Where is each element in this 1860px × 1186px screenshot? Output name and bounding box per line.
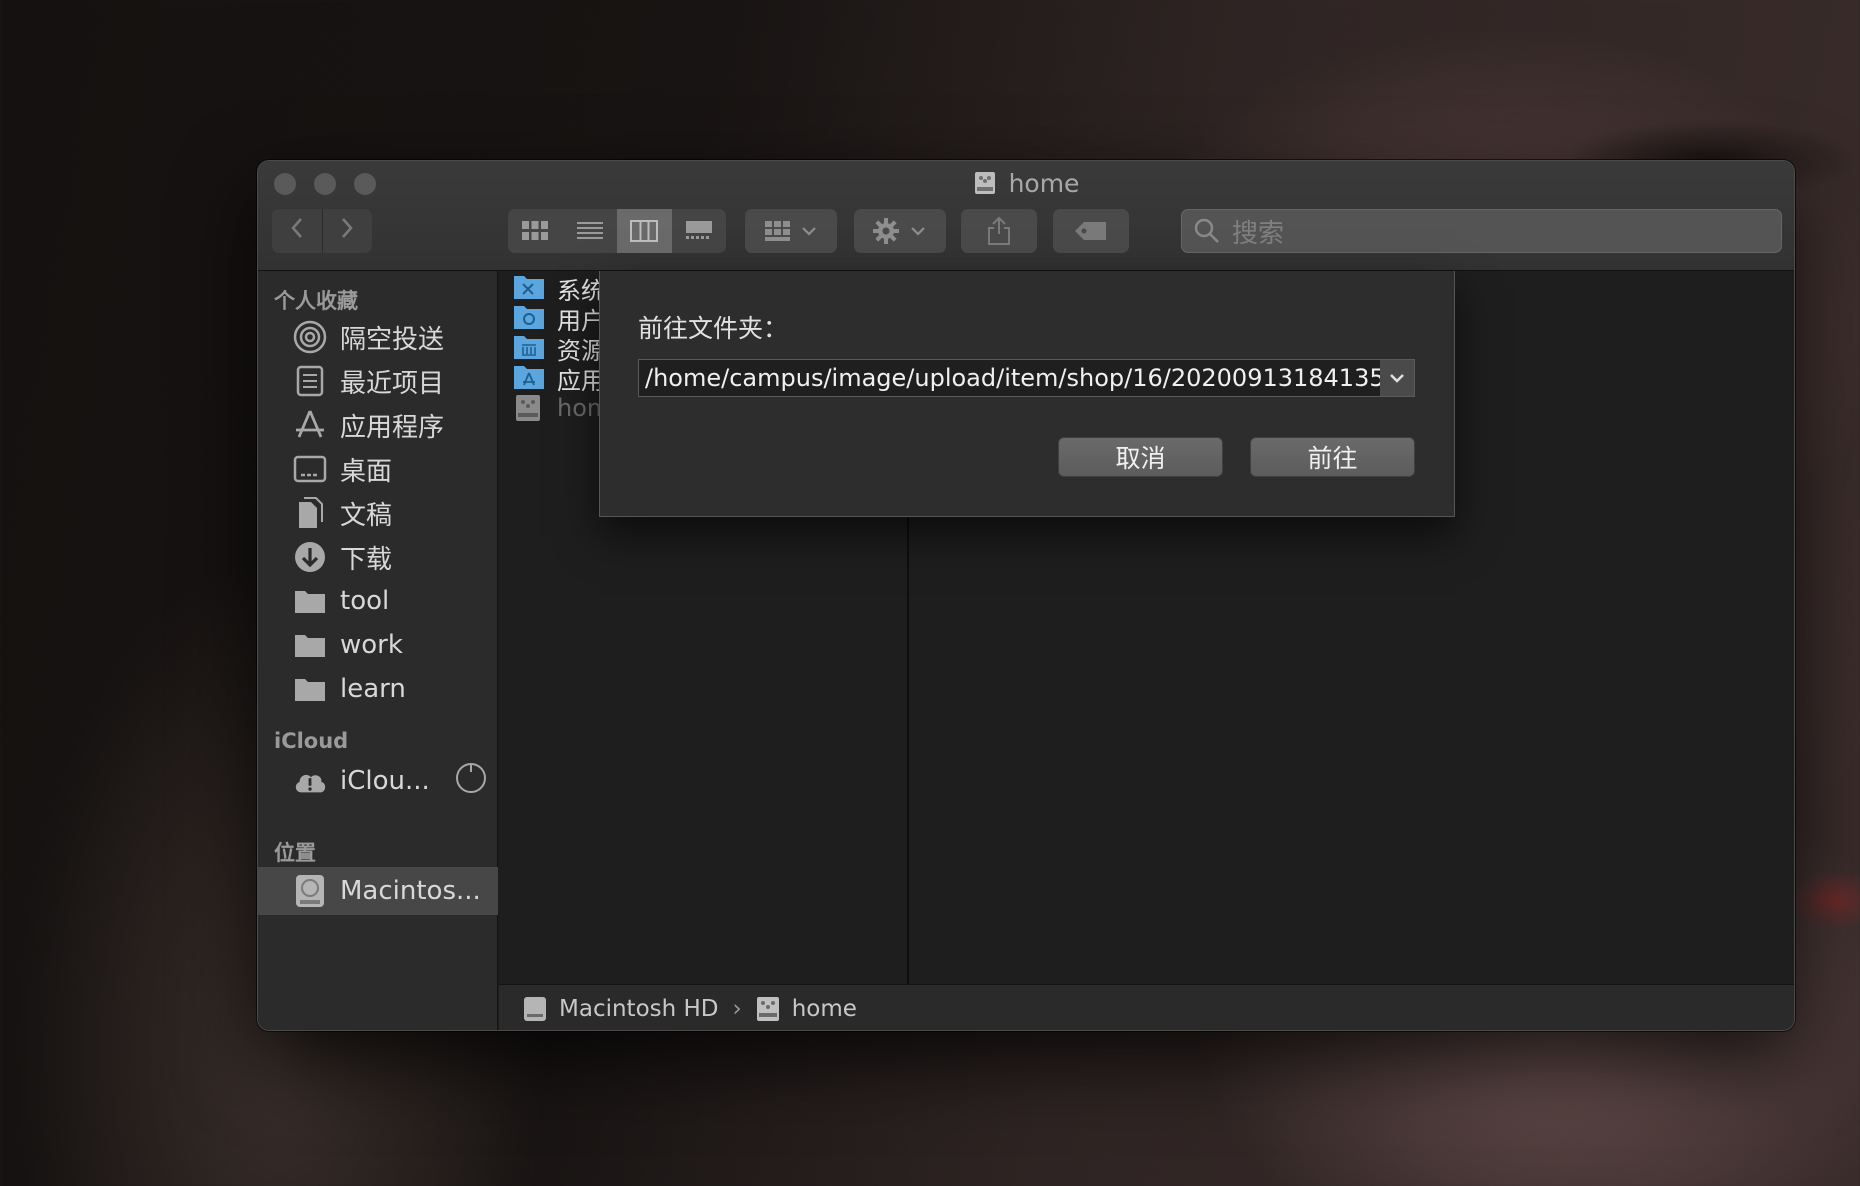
- path-segment[interactable]: Macintosh HD: [559, 996, 719, 1022]
- sidebar-item-learn[interactable]: learn: [258, 665, 498, 713]
- action-button[interactable]: [854, 209, 946, 253]
- sidebar-item-label: 下载: [340, 544, 393, 575]
- sidebar-item-label: tool: [340, 586, 390, 616]
- folder-icon: [292, 583, 328, 619]
- go-button[interactable]: 前往: [1250, 437, 1415, 477]
- sidebar-item-work[interactable]: work: [258, 621, 498, 669]
- tag-icon: [1075, 222, 1106, 240]
- sidebar-item-label: Macintos...: [340, 876, 481, 906]
- sidebar-section-icloud: iCloud: [274, 729, 349, 753]
- share-button[interactable]: [961, 209, 1037, 253]
- sidebar-section-locations: 位置: [274, 841, 316, 865]
- sidebar-item-label: learn: [340, 674, 406, 704]
- sheet-label: 前往文件夹：: [638, 314, 789, 343]
- gallery-view-button[interactable]: [672, 209, 727, 253]
- group-by-button[interactable]: [745, 209, 837, 253]
- folder-path-input[interactable]: [639, 360, 1382, 396]
- sidebar-item-airdrop[interactable]: 隔空投送: [258, 313, 498, 361]
- recents-icon: [292, 363, 328, 399]
- applications-icon: [292, 407, 328, 443]
- list-icon: [576, 222, 603, 239]
- path-bar: Macintosh HD › home: [499, 984, 1794, 1030]
- sidebar-item-label: work: [340, 630, 403, 660]
- sidebar-item-macintosh-hd[interactable]: Macintos...: [258, 867, 498, 915]
- list-view-button[interactable]: [563, 209, 618, 253]
- sidebar-item-recents[interactable]: 最近项目: [258, 357, 498, 405]
- sidebar-item-label: 应用程序: [340, 412, 445, 443]
- search-icon: [1194, 218, 1219, 243]
- chevron-down-icon: [1390, 374, 1404, 383]
- sidebar-item-label: 桌面: [340, 456, 393, 487]
- applications-folder-icon: [513, 363, 545, 393]
- chevron-right-icon: ›: [732, 995, 742, 1022]
- search-field[interactable]: 搜索: [1181, 209, 1782, 253]
- list-item[interactable]: 应用: [513, 361, 605, 395]
- cancel-button[interactable]: 取消: [1058, 437, 1223, 477]
- path-history-dropdown[interactable]: [1380, 360, 1414, 396]
- grid-icon: [522, 221, 549, 240]
- background-photo-detail: [1790, 870, 1860, 930]
- hard-drive-icon: [523, 996, 549, 1022]
- back-button[interactable]: [272, 209, 322, 253]
- icloud-icon: [292, 763, 328, 799]
- folder-path-field[interactable]: [638, 359, 1415, 397]
- home-drive-icon: [973, 170, 997, 202]
- go-to-folder-sheet: 前往文件夹： 取消 前往: [599, 271, 1455, 517]
- users-folder-icon: [513, 303, 545, 333]
- chevron-right-icon: [342, 218, 353, 238]
- columns-icon: [630, 220, 659, 242]
- finder-window: home 搜索 个人收藏 隔空投送 最近项目 应用程序 桌面 文稿 下载 too…: [257, 160, 1795, 1031]
- downloads-icon: [292, 539, 328, 575]
- arrange-icon: [765, 221, 816, 241]
- gallery-icon: [685, 221, 712, 239]
- library-folder-icon: [513, 333, 545, 363]
- share-icon: [988, 216, 1010, 245]
- home-drive-icon: [513, 393, 545, 423]
- sidebar-item-desktop[interactable]: 桌面: [258, 445, 498, 493]
- documents-icon: [292, 495, 328, 531]
- sync-progress-icon: [454, 761, 488, 802]
- folder-icon: [292, 627, 328, 663]
- titlebar: home 搜索: [258, 161, 1794, 271]
- sidebar-item-downloads[interactable]: 下载: [258, 533, 498, 581]
- nav-button-group: [272, 209, 372, 253]
- airdrop-icon: [292, 319, 328, 355]
- sidebar-item-label: 隔空投送: [340, 324, 445, 355]
- sidebar-item-documents[interactable]: 文稿: [258, 489, 498, 537]
- sidebar-item-icloud-drive[interactable]: iClou...: [258, 757, 498, 805]
- system-folder-icon: [513, 273, 545, 303]
- home-drive-icon: [756, 996, 782, 1022]
- path-segment[interactable]: home: [792, 996, 857, 1022]
- column-view-button[interactable]: [617, 209, 672, 253]
- list-item[interactable]: hom: [513, 391, 610, 425]
- sidebar: 个人收藏 隔空投送 最近项目 应用程序 桌面 文稿 下载 tool work l…: [258, 271, 498, 1030]
- gear-icon: [873, 218, 925, 244]
- sidebar-item-label: 文稿: [340, 500, 393, 531]
- desktop-icon: [292, 451, 328, 487]
- sidebar-item-label: iClou...: [340, 766, 430, 796]
- folder-icon: [292, 671, 328, 707]
- sidebar-item-applications[interactable]: 应用程序: [258, 401, 498, 449]
- tag-button[interactable]: [1053, 209, 1129, 253]
- sidebar-item-label: 最近项目: [340, 368, 445, 399]
- window-title-text: home: [1008, 169, 1080, 198]
- view-mode-group: [508, 209, 726, 253]
- sidebar-section-favorites: 个人收藏: [274, 289, 358, 313]
- icon-view-button[interactable]: [508, 209, 563, 253]
- window-title: home: [258, 169, 1794, 202]
- hard-drive-icon: [292, 873, 328, 909]
- sidebar-item-tool[interactable]: tool: [258, 577, 498, 625]
- forward-button[interactable]: [322, 209, 372, 253]
- search-placeholder: 搜索: [1232, 218, 1285, 249]
- chevron-left-icon: [291, 218, 302, 238]
